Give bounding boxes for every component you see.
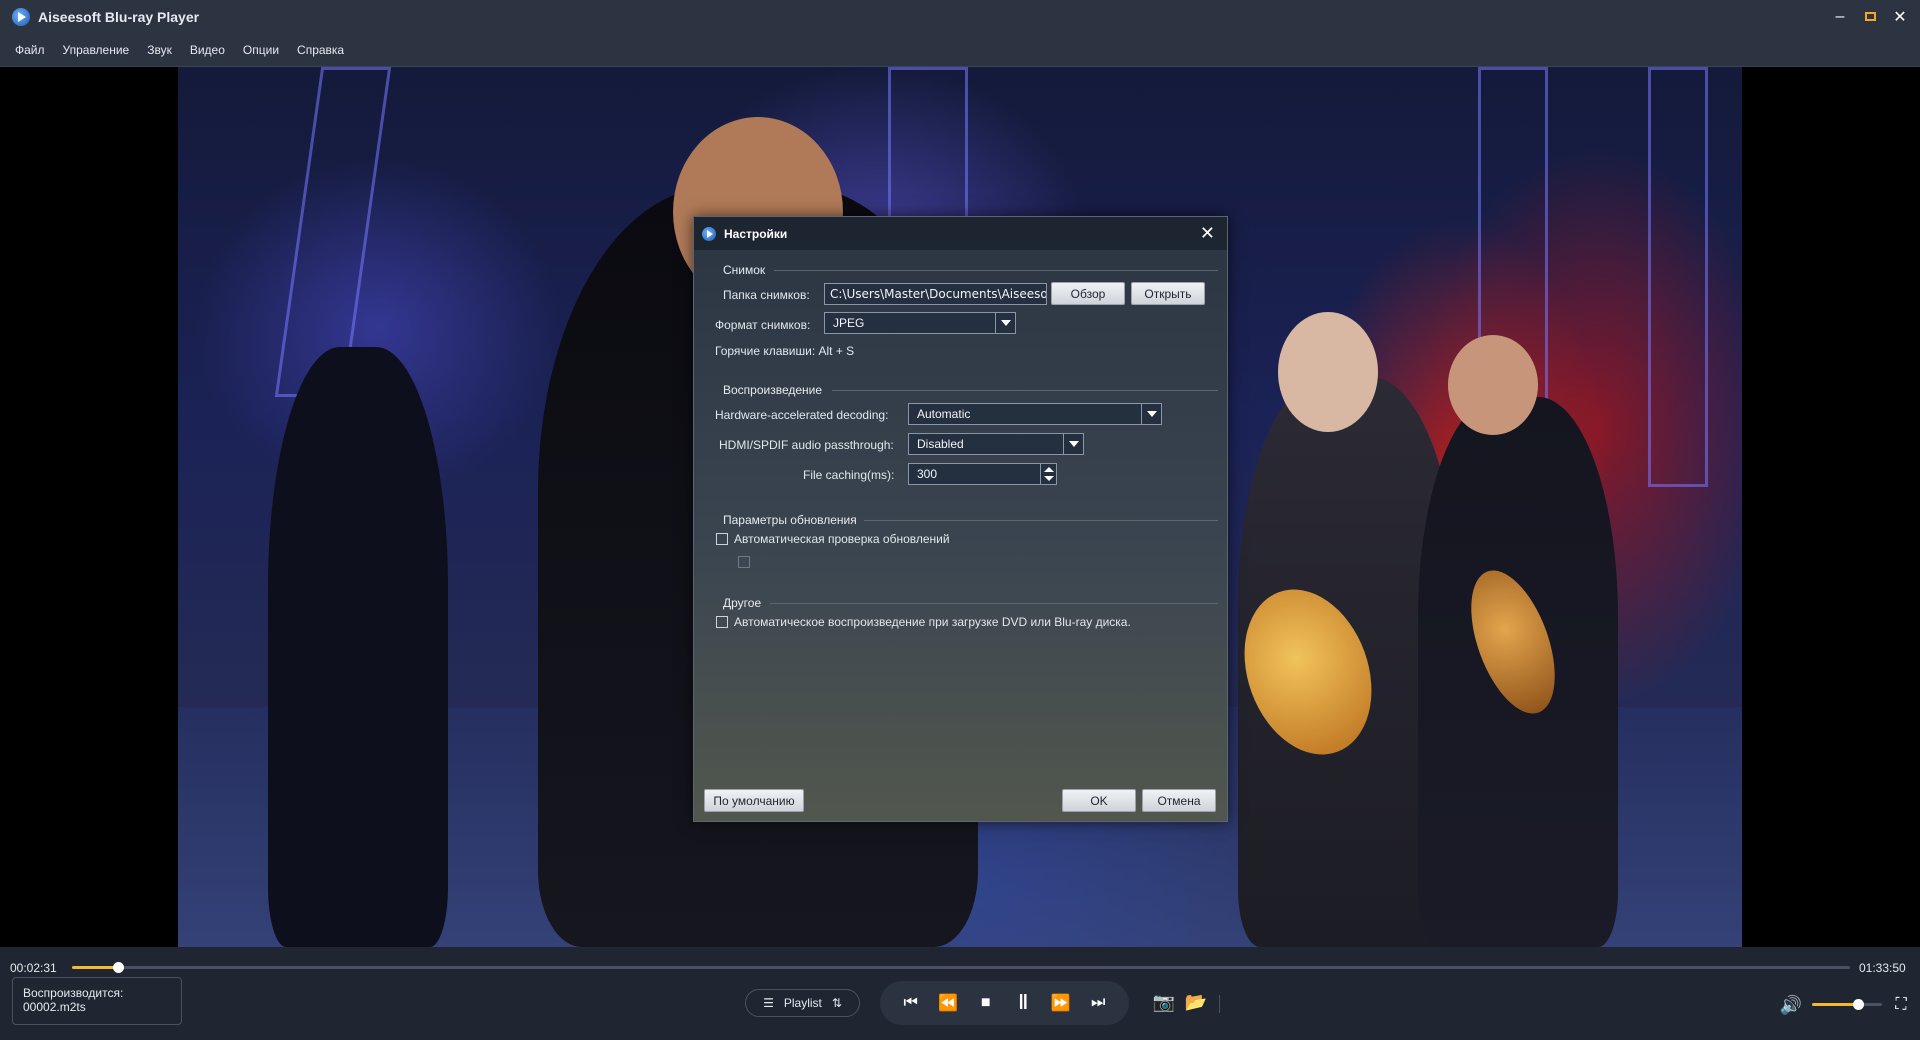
title-bar: Aiseesoft Blu-ray Player – ✕ bbox=[0, 0, 1920, 33]
playback-group-divider bbox=[832, 390, 1218, 391]
cancel-button[interactable]: Отмена bbox=[1142, 789, 1216, 812]
volume-knob[interactable] bbox=[1853, 999, 1865, 1010]
hw-decoding-label: Hardware-accelerated decoding: bbox=[715, 408, 889, 422]
snapshot-group-divider bbox=[774, 270, 1218, 271]
update-group-divider bbox=[864, 520, 1218, 521]
playback-group-label: Воспроизведение bbox=[723, 383, 823, 397]
browse-button[interactable]: Обзор bbox=[1051, 282, 1125, 305]
total-time: 01:33:50 bbox=[1859, 961, 1906, 975]
close-window-button[interactable]: ✕ bbox=[1888, 5, 1912, 29]
menu-audio[interactable]: Звук bbox=[138, 43, 181, 57]
restore-icon bbox=[1864, 12, 1876, 21]
menu-options[interactable]: Опции bbox=[234, 43, 288, 57]
hdmi-passthrough-label: HDMI/SPDIF audio passthrough: bbox=[719, 438, 894, 452]
playlist-label: Playlist bbox=[783, 996, 822, 1010]
hw-decoding-value: Automatic bbox=[917, 407, 971, 421]
file-caching-label: File caching(ms): bbox=[803, 468, 895, 482]
volume-icon[interactable]: 🔊 bbox=[1778, 992, 1804, 1018]
other-group-divider bbox=[770, 603, 1218, 604]
snapshot-group-label: Снимок bbox=[723, 263, 766, 277]
file-caching-spinbox[interactable]: 300 bbox=[908, 463, 1057, 485]
update-sub-option-checkbox[interactable] bbox=[738, 556, 750, 568]
spin-up-icon[interactable] bbox=[1044, 467, 1054, 472]
seek-bar-fill bbox=[72, 966, 119, 969]
auto-update-checkbox[interactable] bbox=[716, 533, 728, 545]
snapshot-folder-field[interactable]: C:\Users\Master\Documents\Aiseesoft bbox=[824, 283, 1047, 305]
camera-icon[interactable]: 📷 bbox=[1151, 989, 1177, 1015]
chevron-down-icon bbox=[1063, 434, 1083, 454]
minimize-button[interactable]: – bbox=[1828, 5, 1852, 29]
fast-forward-icon[interactable]: ⏩ bbox=[1048, 990, 1074, 1016]
autoplay-checkbox[interactable] bbox=[716, 616, 728, 628]
dialog-close-icon[interactable]: ✕ bbox=[1200, 223, 1215, 244]
menu-help[interactable]: Справка bbox=[288, 43, 353, 57]
rewind-icon[interactable]: ⏪ bbox=[935, 990, 961, 1016]
menu-video[interactable]: Видео bbox=[181, 43, 234, 57]
default-button[interactable]: По умолчанию bbox=[704, 789, 804, 812]
performer-left bbox=[268, 347, 448, 947]
spin-down-icon[interactable] bbox=[1044, 476, 1054, 481]
hdmi-passthrough-value: Disabled bbox=[917, 437, 964, 451]
dialog-logo-icon bbox=[702, 226, 716, 241]
autoplay-label: Автоматическое воспроизведение при загру… bbox=[734, 615, 1131, 629]
next-icon[interactable]: ⏭ bbox=[1085, 990, 1111, 1016]
control-bar: 00:02:31 01:33:50 Воспроизводится: 00002… bbox=[0, 947, 1920, 1040]
playlist-order-icon: ⇅ bbox=[831, 996, 842, 1010]
toolbar-separator bbox=[1219, 995, 1220, 1013]
file-caching-value: 300 bbox=[917, 467, 938, 481]
now-playing-label: Воспроизводится: bbox=[23, 986, 124, 1000]
update-group-label: Параметры обновления bbox=[723, 513, 857, 527]
volume-fill bbox=[1812, 1003, 1859, 1006]
other-group-label: Другое bbox=[723, 596, 762, 610]
menu-bar: Файл Управление Звук Видео Опции Справка bbox=[0, 33, 1920, 67]
spin-buttons[interactable] bbox=[1040, 464, 1056, 484]
hdmi-passthrough-select[interactable]: Disabled bbox=[908, 433, 1084, 455]
app-logo-icon bbox=[12, 7, 30, 26]
window-controls: – ✕ bbox=[1828, 0, 1912, 33]
snapshot-format-label: Формат снимков: bbox=[715, 318, 811, 332]
stop-icon[interactable]: ■ bbox=[973, 990, 999, 1016]
snapshot-folder-label: Папка снимков: bbox=[723, 288, 810, 302]
snapshot-format-select[interactable]: JPEG bbox=[824, 312, 1016, 334]
seek-bar[interactable] bbox=[72, 962, 1850, 973]
menu-file[interactable]: Файл bbox=[6, 43, 54, 57]
folder-icon[interactable]: 📂 bbox=[1183, 989, 1209, 1015]
transport-controls: ⏮ ⏪ ■ ‖ ⏩ ⏭ bbox=[880, 981, 1129, 1025]
pause-icon[interactable]: ‖ bbox=[1010, 990, 1036, 1016]
hw-decoding-select[interactable]: Automatic bbox=[908, 403, 1162, 425]
open-button[interactable]: Открыть bbox=[1131, 282, 1205, 305]
dialog-title: Настройки bbox=[724, 226, 788, 241]
chevron-down-icon bbox=[1141, 404, 1161, 424]
app-title: Aiseesoft Blu-ray Player bbox=[38, 8, 200, 25]
ok-button[interactable]: OK bbox=[1062, 789, 1136, 812]
seek-bar-knob[interactable] bbox=[113, 962, 125, 973]
list-icon: ☰ bbox=[763, 996, 774, 1010]
hotkey-text: Горячие клавиши: Alt + S bbox=[715, 344, 855, 358]
snapshot-format-value: JPEG bbox=[833, 316, 865, 330]
auto-update-label: Автоматическая проверка обновлений bbox=[734, 532, 950, 546]
settings-dialog: Настройки ✕ Снимок Папка снимков: C:\Use… bbox=[693, 216, 1228, 822]
restore-button[interactable] bbox=[1858, 5, 1882, 29]
fullscreen-icon[interactable]: ⛶ bbox=[1888, 992, 1914, 1018]
previous-icon[interactable]: ⏮ bbox=[898, 990, 924, 1016]
playlist-button[interactable]: ☰ Playlist ⇅ bbox=[745, 989, 860, 1017]
chevron-down-icon bbox=[995, 313, 1015, 333]
current-time: 00:02:31 bbox=[10, 961, 57, 975]
dialog-title-bar: Настройки ✕ bbox=[694, 217, 1227, 250]
menu-control[interactable]: Управление bbox=[54, 43, 139, 57]
now-playing-box: Воспроизводится: 00002.m2ts bbox=[12, 977, 182, 1025]
now-playing-file: 00002.m2ts bbox=[23, 1000, 86, 1014]
volume-slider[interactable] bbox=[1812, 999, 1882, 1010]
